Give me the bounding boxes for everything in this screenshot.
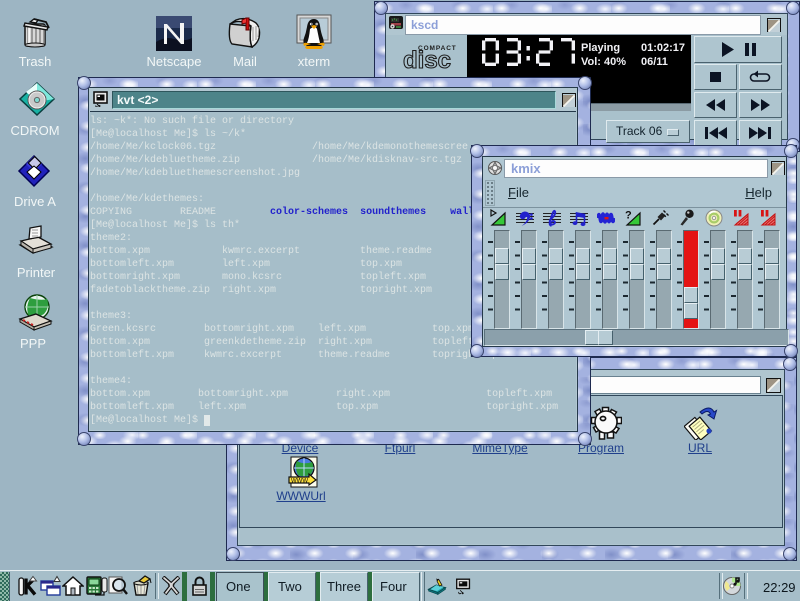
svg-text:?: ? — [625, 210, 632, 222]
svg-text:WWW: WWW — [291, 479, 308, 485]
